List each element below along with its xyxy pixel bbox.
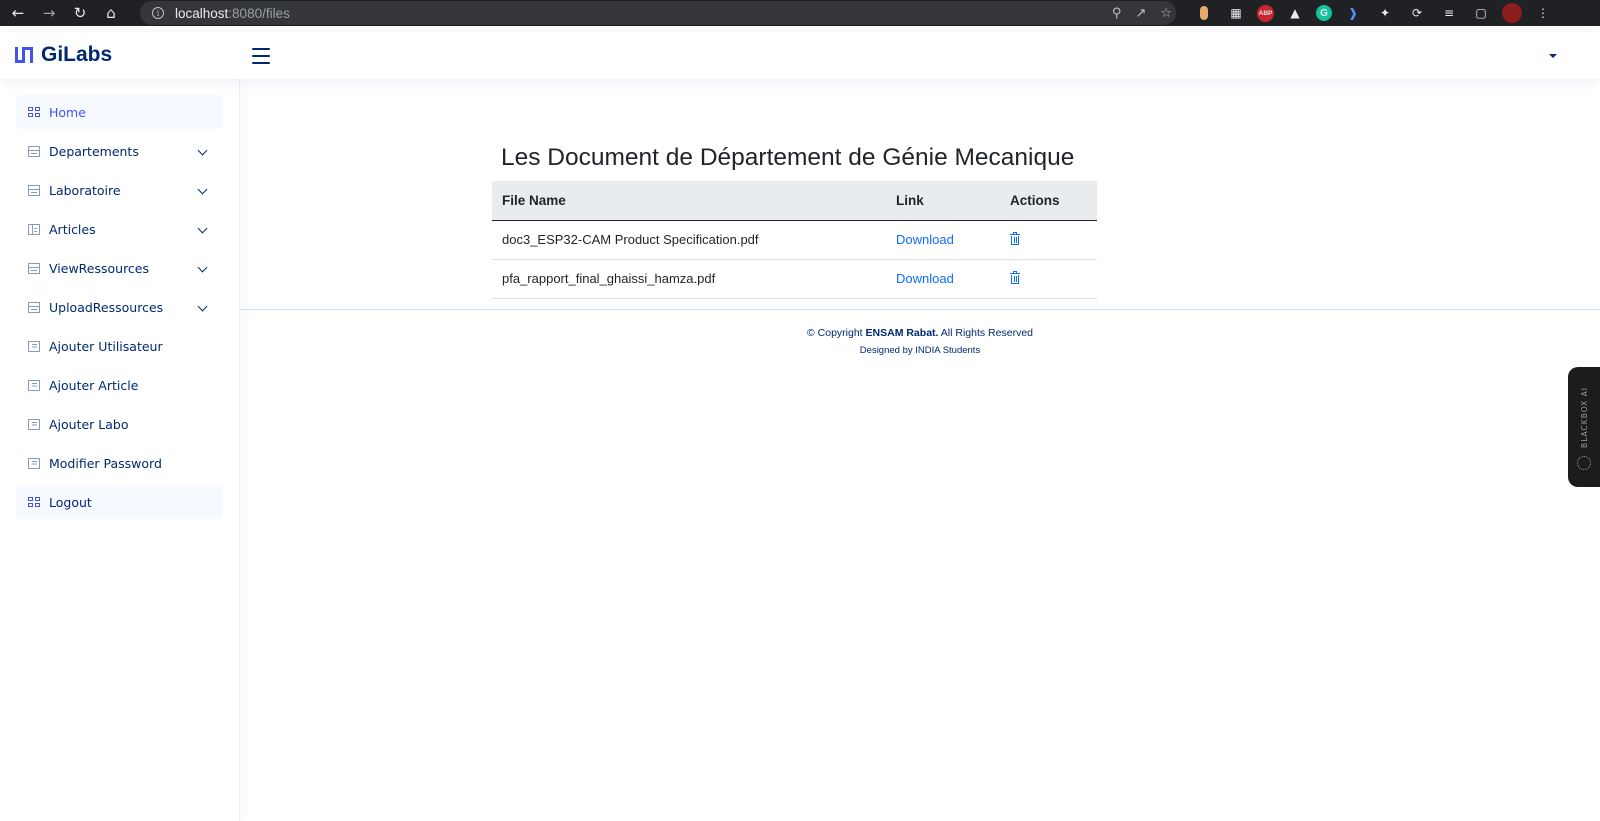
url-text[interactable]: localhost:8080/files	[175, 6, 290, 21]
sidebar-item-label: Ajouter Article	[49, 377, 139, 393]
table-header-row: File Name Link Actions	[492, 181, 1097, 221]
blackbox-ai-label: BLACKBOX AI	[1579, 387, 1589, 448]
app-header: GiLabs	[0, 32, 1600, 79]
extension-hat-icon[interactable]: ▲	[1284, 2, 1306, 24]
grid-icon	[28, 496, 40, 508]
profile-dropdown-caret-icon[interactable]	[1549, 54, 1557, 58]
sidebar-nav: Home Departements Laboratoire Articles V…	[0, 79, 239, 540]
table-icon	[28, 223, 40, 235]
sidebar-item-ajouter-article[interactable]: Ajouter Article	[16, 368, 223, 402]
side-panel-icon[interactable]: ▢	[1470, 2, 1492, 24]
files-table: File Name Link Actions doc3_ESP32-CAM Pr…	[492, 181, 1097, 299]
sidebar-item-home[interactable]: Home	[16, 95, 223, 129]
share-icon[interactable]: ↗	[1135, 6, 1146, 21]
sidebar-item-articles[interactable]: Articles	[16, 212, 223, 246]
reload-icon[interactable]: ↻	[67, 0, 93, 26]
brand-name: GiLabs	[41, 43, 113, 66]
gilabs-logo-icon	[15, 45, 35, 65]
trash-icon[interactable]	[1010, 271, 1020, 284]
extension-sync-icon[interactable]: ⟳	[1406, 2, 1428, 24]
footer: © Copyright ENSAM Rabat. All Rights Rese…	[240, 309, 1600, 369]
browser-menu-icon[interactable]: ⋮	[1532, 2, 1554, 24]
layout-icon	[28, 301, 40, 313]
copyright-text: © Copyright ENSAM Rabat. All Rights Rese…	[240, 327, 1600, 339]
sidebar-item-logout[interactable]: Logout	[16, 485, 223, 519]
blackbox-ai-widget[interactable]: BLACKBOX AI	[1568, 367, 1600, 487]
chevron-down-icon	[197, 223, 208, 234]
grammarly-icon[interactable]: G	[1316, 5, 1332, 21]
extensions-puzzle-icon[interactable]: ✦	[1374, 2, 1396, 24]
sidebar-item-label: Logout	[49, 494, 92, 510]
blackbox-logo-icon	[1577, 455, 1591, 470]
column-header-file-name: File Name	[492, 181, 886, 221]
sidebar-item-ajouter-labo[interactable]: Ajouter Labo	[16, 407, 223, 441]
file-name-cell: doc3_ESP32-CAM Product Specification.pdf	[492, 220, 886, 260]
sidebar-item-label: Articles	[49, 221, 96, 237]
sidebar-item-departements[interactable]: Departements	[16, 134, 223, 168]
chevron-down-icon	[197, 262, 208, 273]
sidebar-item-label: Modifier Password	[49, 455, 162, 471]
table-row: doc3_ESP32-CAM Product Specification.pdf…	[492, 220, 1097, 260]
adblock-plus-icon[interactable]: ABP	[1257, 4, 1274, 22]
address-bar[interactable]: i localhost:8080/files ⚲ ↗ ☆	[140, 1, 1176, 25]
column-header-link: Link	[886, 181, 1000, 221]
zoom-icon[interactable]: ⚲	[1112, 6, 1122, 21]
file-name-cell: pfa_rapport_final_ghaissi_hamza.pdf	[492, 259, 886, 299]
sidebar-item-label: Home	[49, 104, 86, 120]
list-icon	[28, 418, 40, 430]
sidebar-item-ajouter-utilisateur[interactable]: Ajouter Utilisateur	[16, 329, 223, 363]
credits-text: Designed by INDIA Students	[859, 345, 981, 356]
grid-icon	[28, 106, 40, 118]
home-icon[interactable]: ⌂	[98, 0, 124, 26]
site-info-icon[interactable]: i	[152, 7, 164, 19]
sidebar-item-modifier-password[interactable]: Modifier Password	[16, 446, 223, 480]
profile-avatar-icon[interactable]	[1502, 3, 1522, 23]
extension-mic-icon[interactable]	[1193, 2, 1215, 24]
sidebar-item-viewressources[interactable]: ViewRessources	[16, 251, 223, 285]
chevron-down-icon	[197, 184, 208, 195]
toggle-sidebar-icon[interactable]	[252, 48, 270, 64]
trash-icon[interactable]	[1010, 232, 1020, 245]
copyright-prefix: © Copyright	[807, 327, 866, 339]
download-link[interactable]: Download	[896, 271, 954, 286]
copyright-org: ENSAM Rabat.	[865, 327, 939, 339]
browser-toolbar: ← → ↻ ⌂ i localhost:8080/files ⚲ ↗ ☆ ▦ A…	[0, 0, 1600, 26]
forward-icon[interactable]: →	[36, 0, 62, 26]
table-row: pfa_rapport_final_ghaissi_hamza.pdf Down…	[492, 259, 1097, 299]
layout-icon	[28, 145, 40, 157]
sidebar: Home Departements Laboratoire Articles V…	[0, 79, 240, 821]
sidebar-item-uploadressources[interactable]: UploadRessources	[16, 290, 223, 324]
extension-grid-icon[interactable]: ▦	[1225, 2, 1247, 24]
back-icon[interactable]: ←	[5, 0, 31, 26]
list-icon	[28, 379, 40, 391]
reading-list-icon[interactable]: ≡	[1438, 2, 1460, 24]
sidebar-item-label: ViewRessources	[49, 260, 150, 276]
extensions-bar: ▦ ABP ▲ G ❱ ✦ ⟳ ≡ ▢ ⋮	[1193, 0, 1554, 26]
page-title: Les Document de Département de Génie Mec…	[501, 144, 1075, 171]
extension-wave-icon[interactable]: ❱	[1342, 2, 1364, 24]
main-content: Les Document de Département de Génie Mec…	[240, 79, 1600, 821]
layout-icon	[28, 184, 40, 196]
sidebar-item-label: Laboratoire	[49, 182, 121, 198]
chevron-down-icon	[197, 301, 208, 312]
brand-logo-link[interactable]: GiLabs	[15, 43, 112, 67]
download-link[interactable]: Download	[896, 232, 954, 247]
sidebar-item-label: Departements	[49, 143, 139, 159]
bookmark-star-icon[interactable]: ☆	[1160, 6, 1172, 21]
sidebar-item-label: Ajouter Labo	[49, 416, 129, 432]
sidebar-item-label: UploadRessources	[49, 299, 164, 315]
column-header-actions: Actions	[1000, 181, 1097, 221]
sidebar-item-label: Ajouter Utilisateur	[49, 338, 163, 354]
copyright-suffix: All Rights Reserved	[938, 327, 1033, 339]
list-icon	[28, 340, 40, 352]
layout-icon	[28, 262, 40, 274]
list-icon	[28, 457, 40, 469]
sidebar-item-laboratoire[interactable]: Laboratoire	[16, 173, 223, 207]
chevron-down-icon	[197, 145, 208, 156]
